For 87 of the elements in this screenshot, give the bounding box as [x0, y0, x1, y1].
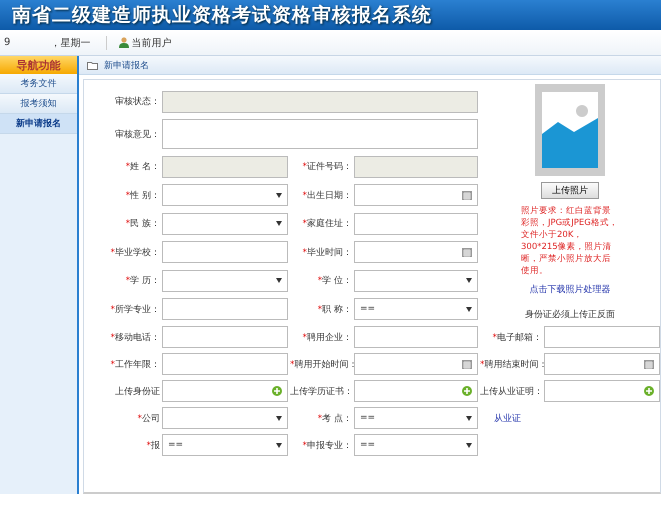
field-label: 上传从业证明：	[480, 386, 542, 398]
calendar-icon	[462, 248, 472, 257]
dropdown-field[interactable]: ==	[354, 407, 478, 429]
sidebar-item[interactable]: 考务文件	[0, 74, 77, 94]
sidebar-item[interactable]: 报考须知	[0, 94, 77, 114]
field-label: 审核意见：	[114, 128, 160, 141]
date-field[interactable]	[354, 353, 478, 375]
sidebar-title: 导航功能	[0, 56, 77, 74]
field-label: *出生日期：	[302, 190, 352, 202]
upload-field[interactable]	[354, 380, 478, 402]
field-label: *毕业学校：	[110, 246, 160, 259]
caret-icon	[466, 416, 472, 420]
field-label: *性 别：	[124, 190, 160, 202]
input-field[interactable]	[162, 353, 288, 375]
comment-textarea[interactable]	[162, 119, 478, 150]
panel-title: 新申请报名	[104, 60, 149, 72]
dropdown-field[interactable]: ==	[162, 434, 288, 456]
link[interactable]: 从业证	[480, 412, 660, 424]
folder-icon	[87, 60, 98, 70]
field-label: *报	[146, 440, 160, 452]
dropdown-field[interactable]: ==	[354, 434, 478, 456]
caret-icon	[466, 278, 472, 284]
field-label: *毕业时间：	[302, 246, 352, 259]
readonly-field[interactable]	[162, 156, 288, 178]
dropdown-field[interactable]	[354, 270, 478, 292]
add-icon	[272, 386, 282, 396]
input-field[interactable]	[544, 326, 660, 348]
input-field[interactable]	[162, 298, 288, 320]
sidebar-item[interactable]: 新申请报名	[0, 114, 77, 134]
caret-icon	[466, 442, 472, 448]
field-label: *家庭住址：	[302, 218, 352, 230]
field-label: *聘用开始时间：	[290, 358, 352, 370]
field-label: *公司	[136, 412, 160, 424]
field-label: *申报专业：	[302, 440, 352, 452]
upload-photo-button[interactable]: 上传照片	[541, 182, 599, 199]
field-label: *所学专业：	[110, 304, 160, 316]
calendar-icon	[462, 190, 472, 200]
date-text: 9	[4, 37, 10, 48]
dropdown-field[interactable]: ==	[354, 298, 478, 320]
calendar-icon	[462, 360, 472, 368]
dropdown-field[interactable]	[162, 184, 288, 206]
system-title: 南省二级建造师执业资格考试资格审核报名系统	[12, 3, 432, 28]
weekday-text: ，星期一	[50, 36, 90, 50]
dropdown-field[interactable]	[162, 212, 288, 235]
calendar-icon	[644, 360, 654, 368]
field-label: *移动电话：	[110, 332, 160, 344]
field-label: *学 历：	[124, 274, 160, 288]
readonly-field[interactable]	[162, 90, 478, 113]
input-field[interactable]	[354, 212, 478, 235]
dropdown-field[interactable]	[162, 407, 288, 429]
field-label: *职 称：	[316, 304, 352, 316]
caret-icon	[276, 442, 282, 448]
current-user-label: 当前用户	[131, 36, 172, 50]
field-label: *聘用企业：	[302, 332, 352, 344]
input-field[interactable]	[162, 241, 288, 264]
readonly-field[interactable]	[354, 156, 478, 178]
field-label: 审核状态：	[114, 96, 160, 108]
date-field[interactable]	[354, 241, 478, 264]
id-card-note: 身份证必须上传正反面	[525, 308, 615, 321]
field-label: *民 族：	[124, 218, 160, 230]
photo-requirements: 照片要求：红白蓝背景彩照，JPG或JPEG格式，文件小于20K，300*215像素，照片清晰，严禁小照片放大后使用。	[521, 205, 619, 277]
upload-field[interactable]	[544, 380, 660, 402]
field-label: *工作年限：	[110, 358, 160, 370]
field-label: *学 位：	[316, 274, 352, 288]
user-icon	[119, 37, 130, 48]
field-label: 上传身份证	[114, 386, 160, 398]
download-link[interactable]: 点击下载照片处理器	[530, 283, 610, 296]
caret-icon	[276, 278, 282, 284]
caret-icon	[276, 192, 282, 198]
field-label: *证件号码：	[302, 160, 352, 174]
date-field[interactable]	[354, 184, 478, 206]
add-icon	[462, 386, 472, 396]
input-field[interactable]	[162, 326, 288, 348]
caret-icon	[276, 221, 282, 226]
field-label: *考 点：	[316, 412, 352, 424]
add-icon	[644, 386, 654, 396]
dropdown-field[interactable]	[162, 270, 288, 292]
caret-icon	[276, 416, 282, 420]
field-label: 上传学历证书：	[290, 386, 352, 398]
upload-field[interactable]	[162, 380, 288, 402]
field-label: *电子邮箱：	[492, 332, 542, 344]
input-field[interactable]	[354, 326, 478, 348]
field-label: *姓 名：	[124, 160, 160, 174]
photo-placeholder-icon	[535, 84, 605, 176]
date-field[interactable]	[544, 353, 660, 375]
field-label: *聘用结束时间：	[480, 358, 542, 370]
caret-icon	[466, 306, 472, 312]
